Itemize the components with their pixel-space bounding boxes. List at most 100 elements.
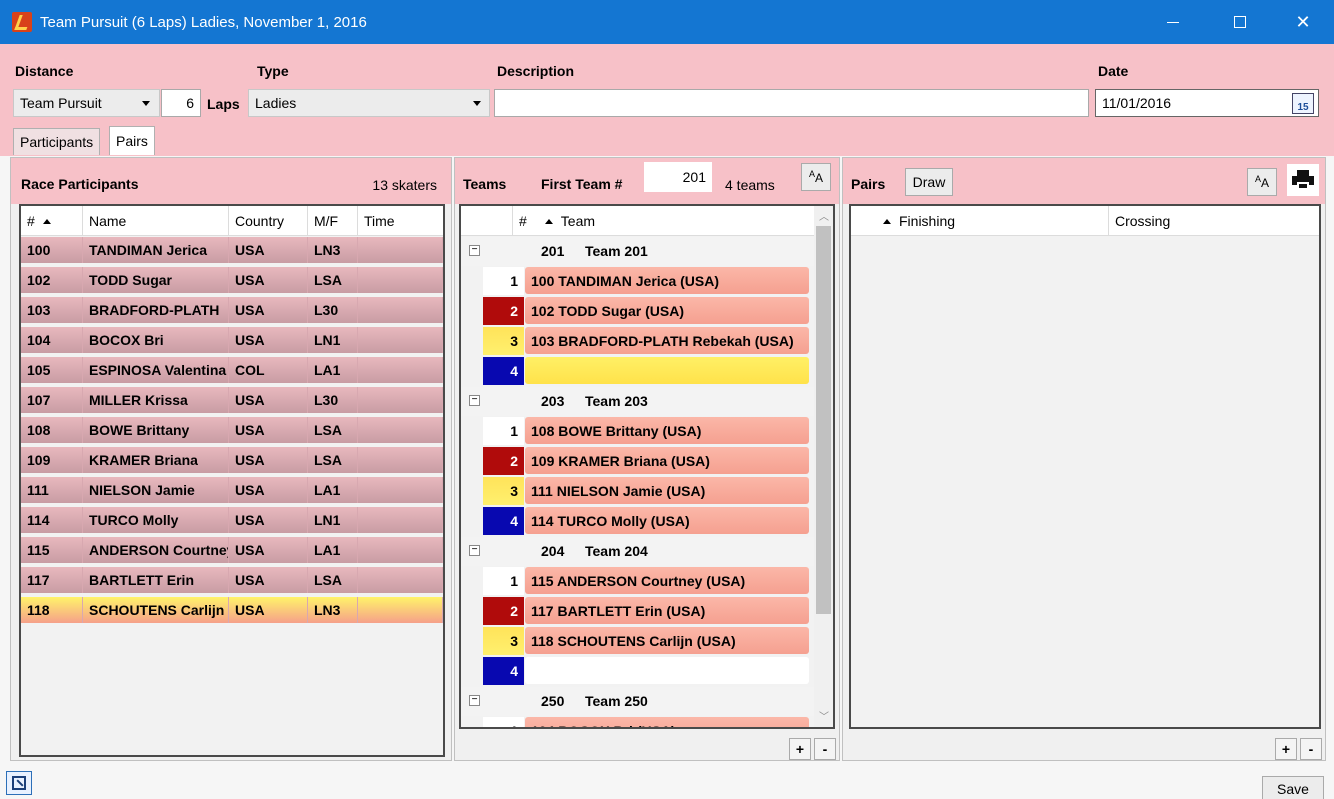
- laps-input[interactable]: 6: [161, 89, 201, 117]
- col-country[interactable]: Country: [229, 206, 308, 236]
- add-team-button[interactable]: +: [789, 738, 811, 760]
- participant-row[interactable]: 108 BOWE Brittany USA LSA: [21, 417, 443, 445]
- teams-scroll-thumb[interactable]: [816, 226, 831, 614]
- collapse-icon[interactable]: −: [469, 545, 480, 556]
- cell-category: LSA: [308, 567, 358, 593]
- cell-number: 115: [21, 537, 83, 563]
- cell-name: BOCOX Bri: [83, 327, 229, 353]
- participant-row[interactable]: 111 NIELSON Jamie USA LA1: [21, 477, 443, 505]
- maximize-button[interactable]: [1217, 0, 1263, 44]
- print-button[interactable]: [1287, 164, 1319, 196]
- col-number[interactable]: #: [21, 206, 83, 236]
- team-member: 108 BOWE Brittany (USA): [525, 417, 809, 444]
- team-member-row[interactable]: 4 114 TURCO Molly (USA): [461, 507, 814, 536]
- collapse-icon[interactable]: −: [469, 395, 480, 406]
- col-finishing[interactable]: Finishing: [851, 206, 1109, 236]
- team-member-row[interactable]: 3 103 BRADFORD-PLATH Rebekah (USA): [461, 327, 814, 356]
- team-group-row[interactable]: − 204 Team 204: [461, 537, 814, 566]
- distance-select[interactable]: Team Pursuit: [13, 89, 160, 117]
- cell-time: [358, 537, 443, 563]
- team-member-row[interactable]: 1 115 ANDERSON Courtney (USA): [461, 567, 814, 596]
- cell-number: 108: [21, 417, 83, 443]
- col-time[interactable]: Time: [358, 206, 443, 236]
- team-name: Team 203: [585, 393, 648, 409]
- cell-country: USA: [229, 327, 308, 353]
- participants-grid[interactable]: # Name Country M/F Time 100 TANDIMAN Jeri…: [19, 204, 445, 757]
- draw-button[interactable]: Draw: [905, 168, 953, 196]
- participant-row[interactable]: 118 SCHOUTENS Carlijn USA LN3: [21, 597, 443, 625]
- close-button[interactable]: ✕: [1280, 0, 1326, 44]
- font-size-button[interactable]: AA: [801, 163, 831, 191]
- team-member: [525, 357, 809, 384]
- add-pair-button[interactable]: +: [1275, 738, 1297, 760]
- cell-category: L30: [308, 297, 358, 323]
- cell-name: BARTLETT Erin: [83, 567, 229, 593]
- team-member-row[interactable]: 2 109 KRAMER Briana (USA): [461, 447, 814, 476]
- participant-row[interactable]: 105 ESPINOSA Valentina COL LA1: [21, 357, 443, 385]
- calendar-icon[interactable]: 15: [1292, 93, 1314, 114]
- teams-grid[interactable]: # Team −201 Team 201 1 100 TANDIMAN Jerica (…: [459, 204, 835, 729]
- team-member: 103 BRADFORD-PLATH Rebekah (USA): [525, 327, 809, 354]
- type-select[interactable]: Ladies: [248, 89, 490, 117]
- team-member-row[interactable]: 3 118 SCHOUTENS Carlijn (USA): [461, 627, 814, 656]
- tab-participants[interactable]: Participants: [13, 128, 101, 155]
- cell-time: [358, 417, 443, 443]
- team-member-row[interactable]: 4: [461, 657, 814, 686]
- participant-row[interactable]: 104 BOCOX Bri USA LN1: [21, 327, 443, 355]
- date-label: Date: [1098, 63, 1129, 79]
- team-member-row[interactable]: 1104 BOCOX Bri (USA): [461, 717, 814, 727]
- participant-row[interactable]: 102 TODD Sugar USA LSA: [21, 267, 443, 295]
- participant-row[interactable]: 109 KRAMER Briana USA LSA: [21, 447, 443, 475]
- team-member-row[interactable]: 3 111 NIELSON Jamie (USA): [461, 477, 814, 506]
- team-member-row[interactable]: 2 102 TODD Sugar (USA): [461, 297, 814, 326]
- remove-team-button[interactable]: -: [814, 738, 836, 760]
- col-mf[interactable]: M/F: [308, 206, 358, 236]
- participant-row[interactable]: 115 ANDERSON Courtney USA LA1: [21, 537, 443, 565]
- participant-row[interactable]: 100 TANDIMAN Jerica USA LN3: [21, 237, 443, 265]
- team-member-row[interactable]: 2 117 BARTLETT Erin (USA): [461, 597, 814, 626]
- team-member-row[interactable]: 4: [461, 357, 814, 386]
- participant-row[interactable]: 117 BARTLETT Erin USA LSA: [21, 567, 443, 595]
- team-member-row[interactable]: 1 108 BOWE Brittany (USA): [461, 417, 814, 446]
- first-team-label: First Team #: [541, 176, 623, 192]
- cell-country: COL: [229, 357, 308, 383]
- font-size-button[interactable]: AA: [1247, 168, 1277, 196]
- cell-category: LN3: [308, 237, 358, 263]
- detach-button[interactable]: [6, 771, 32, 795]
- chevron-down-icon: [473, 101, 481, 106]
- collapse-icon[interactable]: −: [469, 245, 480, 256]
- type-label: Type: [257, 63, 289, 79]
- team-group-row[interactable]: − 250 Team 250: [461, 687, 814, 716]
- col-team[interactable]: # Team: [513, 206, 813, 236]
- cell-name: KRAMER Briana: [83, 447, 229, 473]
- participant-row[interactable]: 103 BRADFORD-PLATH USA L30: [21, 297, 443, 325]
- col-name[interactable]: Name: [83, 206, 229, 236]
- team-group-row[interactable]: − 203 Team 203: [461, 387, 814, 416]
- laps-label: Laps: [207, 96, 240, 112]
- first-team-input[interactable]: 201: [644, 162, 712, 192]
- date-input[interactable]: 11/01/2016 15: [1095, 89, 1319, 117]
- cell-number: 100: [21, 237, 83, 263]
- remove-pair-button[interactable]: -: [1300, 738, 1322, 760]
- cell-number: 118: [21, 597, 83, 623]
- tab-participants-label: Participants: [20, 134, 94, 150]
- col-crossing[interactable]: Crossing: [1109, 206, 1319, 236]
- cell-category: LSA: [308, 447, 358, 473]
- participant-row[interactable]: 107 MILLER Krissa USA L30: [21, 387, 443, 415]
- save-button[interactable]: Save: [1262, 776, 1324, 799]
- cell-number: 103: [21, 297, 83, 323]
- scroll-down-icon[interactable]: ﹀: [819, 708, 829, 723]
- teams-scrollbar[interactable]: ︿ ﹀: [814, 206, 833, 727]
- cell-category: LSA: [308, 417, 358, 443]
- description-input[interactable]: [494, 89, 1089, 117]
- team-group-row[interactable]: − 201 Team 201: [461, 237, 814, 266]
- minimize-button[interactable]: [1150, 0, 1196, 44]
- collapse-icon[interactable]: −: [469, 695, 480, 706]
- pairs-grid[interactable]: Finishing Crossing: [849, 204, 1321, 729]
- tab-pairs[interactable]: Pairs: [109, 126, 155, 155]
- scroll-up-icon[interactable]: ︿: [819, 208, 829, 223]
- participant-row[interactable]: 114 TURCO Molly USA LN1: [21, 507, 443, 535]
- team-member-row[interactable]: 1 100 TANDIMAN Jerica (USA): [461, 267, 814, 296]
- cell-number: 102: [21, 267, 83, 293]
- cell-country: USA: [229, 567, 308, 593]
